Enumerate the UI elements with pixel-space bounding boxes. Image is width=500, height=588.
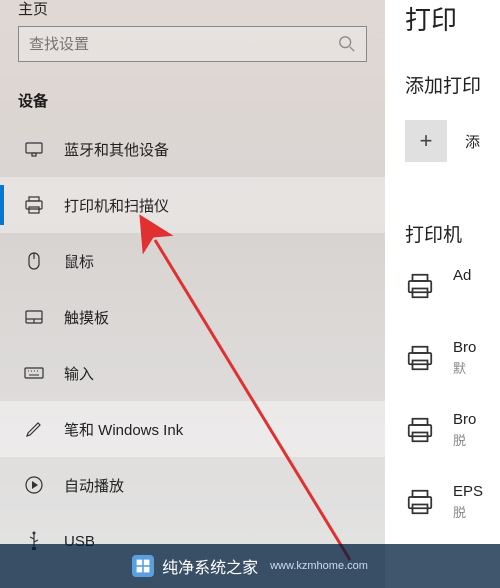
watermark: 纯净系统之家 www.kzmhome.com bbox=[0, 544, 500, 588]
printer-name: Bro bbox=[453, 411, 476, 428]
sidebar-item-autoplay[interactable]: 自动播放 bbox=[0, 457, 385, 513]
printer-item[interactable]: Bro 默 bbox=[405, 339, 500, 411]
printer-icon bbox=[24, 195, 44, 215]
touchpad-icon bbox=[24, 307, 44, 327]
printer-item[interactable]: Ad bbox=[405, 267, 500, 339]
bluetooth-icon bbox=[24, 139, 44, 159]
watermark-url: www.kzmhome.com bbox=[270, 560, 368, 572]
keyboard-icon bbox=[24, 363, 44, 383]
sidebar-item-label: 笔和 Windows Ink bbox=[64, 419, 183, 440]
printer-status: 脱 bbox=[453, 430, 476, 449]
sidebar-item-mouse[interactable]: 鼠标 bbox=[0, 233, 385, 289]
sidebar-item-bluetooth[interactable]: 蓝牙和其他设备 bbox=[0, 121, 385, 177]
settings-sidebar: 主页 设备 蓝牙和其他设备 打印机和扫描仪 bbox=[0, 0, 385, 588]
printer-name: Ad bbox=[453, 267, 471, 284]
section-title-devices: 设备 bbox=[0, 62, 385, 121]
sidebar-item-touchpad[interactable]: 触摸板 bbox=[0, 289, 385, 345]
pen-icon bbox=[24, 419, 44, 439]
printer-name: Bro bbox=[453, 339, 476, 356]
sidebar-item-label: 鼠标 bbox=[64, 251, 94, 272]
printer-status: 脱 bbox=[453, 502, 483, 521]
mouse-icon bbox=[24, 251, 44, 271]
watermark-logo-icon bbox=[132, 555, 154, 577]
autoplay-icon bbox=[24, 475, 44, 495]
printer-icon bbox=[405, 487, 435, 517]
add-printer-label: 添 bbox=[465, 131, 480, 152]
sidebar-item-label: 输入 bbox=[64, 363, 94, 384]
printer-item[interactable]: Bro 脱 bbox=[405, 411, 500, 483]
search-box[interactable] bbox=[18, 26, 367, 62]
printer-icon bbox=[405, 271, 435, 301]
search-icon bbox=[338, 35, 356, 53]
home-row[interactable]: 主页 bbox=[0, 0, 385, 16]
sidebar-item-pen[interactable]: 笔和 Windows Ink bbox=[0, 401, 385, 457]
printer-icon bbox=[405, 415, 435, 445]
sidebar-item-label: 触摸板 bbox=[64, 307, 109, 328]
add-printer-row[interactable]: + 添 bbox=[405, 120, 500, 162]
sidebar-nav: 蓝牙和其他设备 打印机和扫描仪 鼠标 触摸板 bbox=[0, 121, 385, 569]
sidebar-item-typing[interactable]: 输入 bbox=[0, 345, 385, 401]
search-input[interactable] bbox=[29, 36, 338, 53]
sidebar-item-label: 自动播放 bbox=[64, 475, 124, 496]
printer-icon bbox=[405, 343, 435, 373]
sidebar-item-printers[interactable]: 打印机和扫描仪 bbox=[0, 177, 385, 233]
sidebar-item-label: 打印机和扫描仪 bbox=[64, 195, 169, 216]
home-label: 主页 bbox=[18, 0, 48, 19]
printer-list: Ad Bro 默 Bro 脱 bbox=[405, 267, 500, 555]
page-title: 打印 bbox=[405, 0, 500, 37]
section-printers-title: 打印机 bbox=[405, 220, 500, 247]
plus-icon: + bbox=[405, 120, 447, 162]
section-add-title: 添加打印 bbox=[405, 71, 500, 98]
main-panel: 打印 添加打印 + 添 打印机 Ad Bro bbox=[385, 0, 500, 588]
sidebar-item-label: 蓝牙和其他设备 bbox=[64, 139, 169, 160]
watermark-text: 纯净系统之家 bbox=[162, 554, 258, 578]
printer-name: EPS bbox=[453, 483, 483, 500]
printer-status: 默 bbox=[453, 358, 476, 377]
